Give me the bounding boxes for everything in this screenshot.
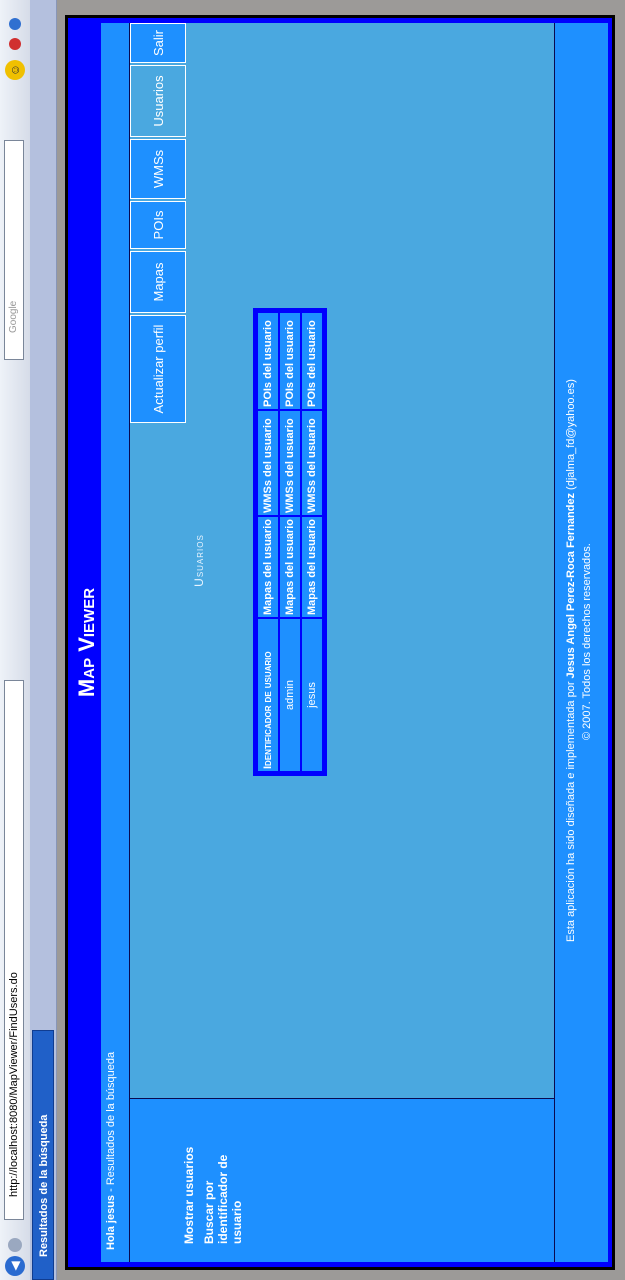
nav-tabs: Salir Usuarios WMSs POIs Mapas Actualiza…	[130, 23, 186, 425]
greeting: Hola jesus - Resultados de la búsqueda	[105, 1052, 117, 1250]
sidebar: Mostrar usuarios Buscar por identificado…	[130, 1098, 554, 1262]
forward-icon[interactable]	[8, 1238, 22, 1252]
footer-credits: Esta aplicación ha sido diseñada e imple…	[565, 379, 577, 942]
info-icon[interactable]	[9, 18, 21, 30]
footer: Esta aplicación ha sido diseñada e imple…	[554, 23, 608, 1262]
user-wms-link[interactable]: WMSs del usuario	[280, 411, 300, 516]
browser-tab[interactable]: Resultados de la búsqueda	[32, 1030, 54, 1280]
greeting-prefix: Hola	[105, 1226, 117, 1250]
tab-pois[interactable]: POIs	[130, 201, 186, 249]
user-id-cell: jesus	[302, 619, 322, 771]
header-link-maps[interactable]: Mapas del usuario	[258, 517, 278, 617]
table-header-row: Identificador de usuario Mapas del usuar…	[258, 313, 278, 771]
footer-credits-prefix: Esta aplicación ha sido diseñada e imple…	[565, 678, 577, 943]
sidebar-item-show-users[interactable]: Mostrar usuarios	[182, 1147, 196, 1244]
column-header-user-id: Identificador de usuario	[258, 619, 278, 771]
tab-actualizar-perfil[interactable]: Actualizar perfil	[130, 315, 186, 423]
section-title: Usuarios	[192, 534, 206, 587]
table-row: admin Mapas del usuario WMSs del usuario…	[280, 313, 300, 771]
greeting-suffix: - Resultados de la búsqueda	[105, 1051, 117, 1195]
user-id-cell: admin	[280, 619, 300, 771]
users-table: Identificador de usuario Mapas del usuar…	[253, 308, 327, 776]
tab-usuarios[interactable]: Usuarios	[130, 65, 186, 137]
user-wms-link[interactable]: WMSs del usuario	[302, 411, 322, 516]
main-content: Salir Usuarios WMSs POIs Mapas Actualiza…	[130, 23, 554, 1098]
user-pois-link[interactable]: POIs del usuario	[302, 313, 322, 410]
url-input[interactable]: http://localhost:8080/MapViewer/FindUser…	[4, 680, 24, 1220]
tab-wmss[interactable]: WMSs	[130, 139, 186, 199]
search-input[interactable]: Google	[4, 140, 24, 360]
page-area: Map Viewer Hola jesus - Resultados de la…	[57, 0, 625, 1280]
header-link-pois[interactable]: POIs del usuario	[258, 313, 278, 410]
header-link-wms[interactable]: WMSs del usuario	[258, 411, 278, 516]
greeting-user: jesus	[105, 1194, 117, 1224]
user-pois-link[interactable]: POIs del usuario	[280, 313, 300, 410]
footer-copyright: © 2007. Todos los derechos reservados.	[581, 543, 593, 740]
user-maps-link[interactable]: Mapas del usuario	[280, 517, 300, 617]
smiley-icon[interactable]: ☺	[5, 60, 25, 80]
footer-email: (djalma_fd@yahoo.es)	[565, 379, 577, 493]
tab-bar: Resultados de la búsqueda	[30, 0, 57, 1280]
page-title: Map Viewer	[74, 587, 99, 698]
back-icon[interactable]: ◀	[5, 1256, 25, 1276]
user-maps-link[interactable]: Mapas del usuario	[302, 517, 322, 617]
tab-mapas[interactable]: Mapas	[130, 251, 186, 313]
footer-author: Jesus Angel Perez-Roca Fernandez	[565, 493, 577, 679]
stop-icon[interactable]	[9, 38, 21, 50]
sidebar-item-search-user[interactable]: Buscar por identificador de usuario	[202, 1114, 244, 1244]
tab-salir[interactable]: Salir	[130, 23, 186, 63]
table-row: jesus Mapas del usuario WMSs del usuario…	[302, 313, 322, 771]
browser-toolbar: ◀ http://localhost:8080/MapViewer/FindUs…	[0, 0, 31, 1280]
